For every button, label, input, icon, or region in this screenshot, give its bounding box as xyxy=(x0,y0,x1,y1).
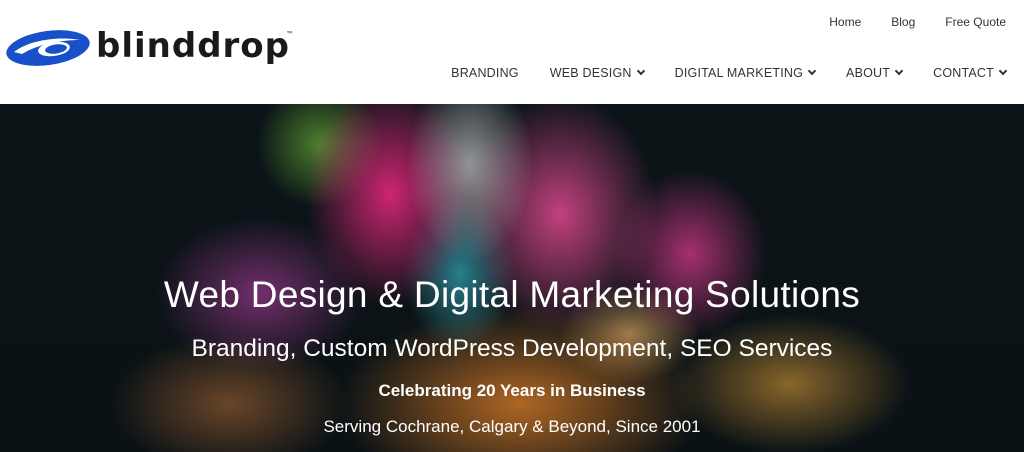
main-nav: BRANDING WEB DESIGN DIGITAL MARKETING AB… xyxy=(451,66,1008,80)
chevron-down-icon xyxy=(636,66,645,76)
main-nav-label: DIGITAL MARKETING xyxy=(674,66,804,80)
main-nav-branding[interactable]: BRANDING xyxy=(451,66,519,80)
logo-swoosh-icon xyxy=(6,30,90,66)
main-nav-web-design[interactable]: WEB DESIGN xyxy=(549,66,645,80)
hero-subheadline: Branding, Custom WordPress Development, … xyxy=(191,335,833,362)
main-nav-digital-marketing[interactable]: DIGITAL MARKETING xyxy=(674,66,817,80)
hero-location-line: Serving Cochrane, Calgary & Beyond, Sinc… xyxy=(323,417,701,436)
main-nav-contact[interactable]: CONTACT xyxy=(933,66,1008,80)
chevron-down-icon xyxy=(998,66,1008,76)
top-nav-home[interactable]: Home xyxy=(829,15,861,29)
top-nav-blog[interactable]: Blog xyxy=(891,15,915,29)
chevron-down-icon xyxy=(807,66,817,76)
main-nav-label: CONTACT xyxy=(933,66,994,80)
hero-banner: Web Design & Digital Marketing Solutions… xyxy=(0,104,1024,452)
main-nav-label: BRANDING xyxy=(451,66,519,80)
site-logo[interactable]: blinddrop ™ xyxy=(4,26,294,70)
hero-headline: Web Design & Digital Marketing Solutions xyxy=(163,274,861,315)
chevron-down-icon xyxy=(894,66,904,76)
logo-trademark: ™ xyxy=(286,30,294,39)
logo-wordmark: blinddrop xyxy=(96,26,290,66)
top-nav-free-quote[interactable]: Free Quote xyxy=(945,15,1006,29)
main-nav-label: ABOUT xyxy=(846,66,891,80)
site-header: blinddrop ™ Home Blog Free Quote BRANDIN… xyxy=(0,0,1024,104)
top-nav: Home Blog Free Quote xyxy=(829,15,1006,29)
main-nav-about[interactable]: ABOUT xyxy=(846,66,904,80)
main-nav-label: WEB DESIGN xyxy=(549,66,632,80)
hero-tagline: Celebrating 20 Years in Business xyxy=(378,381,646,400)
